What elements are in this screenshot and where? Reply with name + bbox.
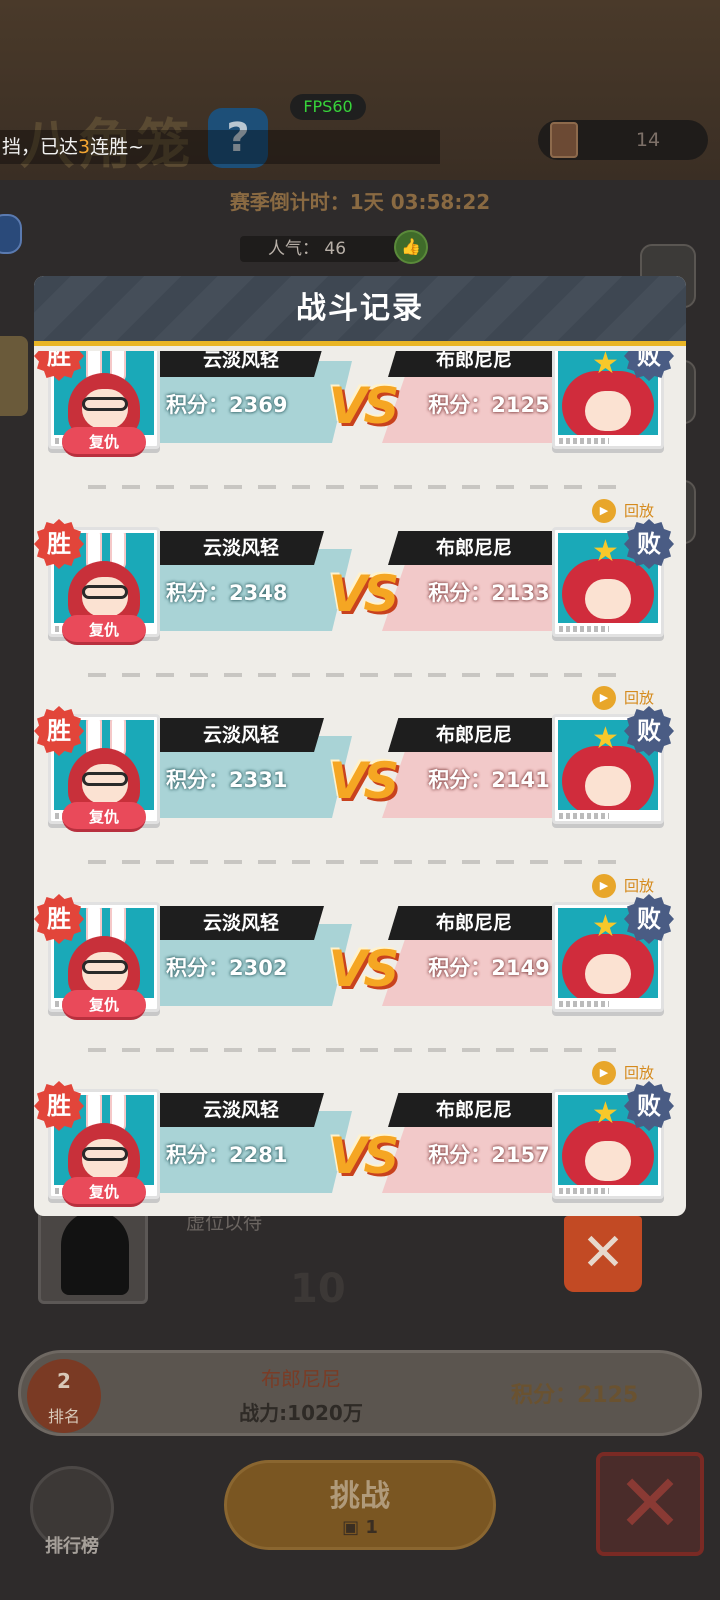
vs-emblem: VS	[328, 752, 400, 810]
player-name: 布郎尼尼	[261, 1367, 341, 1391]
revenge-button[interactable]: 复仇	[62, 427, 146, 457]
empty-slot-number: 10	[290, 1266, 346, 1312]
row-divider	[88, 1048, 628, 1052]
popularity-display: 人气： 46	[240, 236, 400, 262]
close-button[interactable]: ✕	[596, 1452, 704, 1556]
vs-emblem: VS	[328, 377, 400, 435]
left-player-name: 云淡风轻	[158, 351, 324, 377]
modal-title: 战斗记录	[296, 291, 424, 326]
left-player-score: 积分：2369	[166, 393, 288, 417]
season-countdown: 赛季倒计时：1天 03:58:22	[229, 190, 491, 214]
win-badge: 胜	[34, 351, 84, 381]
right-player-score: 积分：2133	[428, 581, 550, 605]
play-icon: ▶	[592, 1061, 616, 1085]
revenge-button[interactable]: 复仇	[62, 1177, 146, 1207]
silhouette-icon	[61, 1211, 129, 1295]
left-player-name: 云淡风轻	[158, 718, 324, 752]
right-player-score: 积分：2125	[428, 393, 550, 417]
revenge-button[interactable]: 复仇	[62, 802, 146, 832]
right-player-score: 积分：2149	[428, 956, 550, 980]
thumbs-up-icon: 👍	[401, 237, 421, 256]
battle-record-modal: 战斗记录 云淡风轻 布郎尼尼 积分：2369 积分：2125 VS ★ 胜败复仇 ▶ 回放 云淡风…	[34, 276, 686, 1216]
my-rank-bar: 2 排名 布郎尼尼 战力:1020万 积分：2125	[18, 1350, 702, 1436]
battle-record-row: ▶ 回放 云淡风轻 布郎尼尼 积分：2348 积分：2133 VS ★ 胜败复仇	[34, 497, 686, 687]
challenge-cost: ▣ 1	[342, 1517, 378, 1538]
player-score: 积分：2125	[511, 1383, 639, 1408]
right-player-name: 布郎尼尼	[388, 718, 560, 752]
close-x-icon: ✕	[581, 1223, 625, 1283]
star-icon: ★	[592, 351, 619, 381]
glasses-icon	[82, 585, 128, 599]
row-divider	[88, 860, 628, 864]
vs-emblem: VS	[328, 1127, 400, 1185]
player-power: 战力:1020万	[239, 1401, 363, 1425]
row-divider	[88, 673, 628, 677]
right-player-name: 布郎尼尼	[388, 906, 560, 940]
right-player-score: 积分：2141	[428, 768, 550, 792]
side-avatar[interactable]	[0, 214, 22, 254]
star-icon: ★	[592, 1096, 619, 1131]
left-player-name: 云淡风轻	[158, 906, 324, 940]
lose-badge: 败	[624, 706, 674, 756]
remove-button[interactable]: ✕	[564, 1216, 642, 1292]
rank-number: 2	[57, 1369, 71, 1393]
modal-header: 战斗记录	[34, 276, 686, 346]
play-icon: ▶	[592, 499, 616, 523]
left-player-score: 积分：2302	[166, 956, 288, 980]
fps-counter: FPS60	[290, 94, 366, 120]
battle-record-row: ▶ 回放 云淡风轻 布郎尼尼 积分：2331 积分：2141 VS ★ 胜败复仇	[34, 684, 686, 874]
battle-record-list[interactable]: 云淡风轻 布郎尼尼 积分：2369 积分：2125 VS ★ 胜败复仇 ▶ 回放 云淡风轻 布郎尼尼…	[34, 351, 686, 1216]
right-player-name: 布郎尼尼	[388, 531, 560, 565]
glasses-icon	[82, 772, 128, 786]
star-icon: ★	[592, 721, 619, 756]
rank-label: 排名	[47, 1407, 80, 1426]
like-button[interactable]: 👍	[394, 230, 428, 264]
left-player-score: 积分：2348	[166, 581, 288, 605]
rank-badge: 2 排名	[27, 1359, 101, 1433]
revenge-button[interactable]: 复仇	[62, 615, 146, 645]
left-player-name: 云淡风轻	[158, 531, 324, 565]
ticket-count: 14	[635, 129, 661, 151]
lose-badge: 败	[624, 519, 674, 569]
left-player-score: 积分：2281	[166, 1143, 288, 1167]
challenge-label: 挑战	[330, 1479, 390, 1514]
right-player-name: 布郎尼尼	[388, 351, 560, 377]
glasses-icon	[82, 1147, 128, 1161]
close-icon: ✕	[616, 1457, 684, 1550]
left-player-name: 云淡风轻	[158, 1093, 324, 1127]
right-player-score: 积分：2157	[428, 1143, 550, 1167]
battle-record-row: ▶ 回放 云淡风轻 布郎尼尼 积分：2281 积分：2157 VS ★ 胜败复仇	[34, 1059, 686, 1216]
leaderboard-label: 排行榜	[45, 1536, 99, 1557]
challenge-button[interactable]: 挑战 ▣ 1	[224, 1460, 496, 1550]
glasses-icon	[82, 397, 128, 411]
left-player-score: 积分：2331	[166, 768, 288, 792]
revenge-button[interactable]: 复仇	[62, 990, 146, 1020]
side-menu-icon[interactable]	[0, 336, 28, 416]
right-player-name: 布郎尼尼	[388, 1093, 560, 1127]
vs-emblem: VS	[328, 940, 400, 998]
glasses-icon	[82, 960, 128, 974]
lose-badge: 败	[624, 894, 674, 944]
row-divider	[88, 485, 628, 489]
win-badge: 胜	[34, 519, 84, 569]
play-icon: ▶	[592, 686, 616, 710]
ticket-icon	[550, 122, 578, 158]
win-badge: 胜	[34, 894, 84, 944]
lose-badge: 败	[624, 351, 674, 381]
battle-record-row: 云淡风轻 布郎尼尼积分：2369 积分：2125 VS ★ 胜 败复仇	[34, 351, 686, 499]
ticket-counter: 14	[538, 120, 708, 160]
lose-badge: 败	[624, 1081, 674, 1131]
star-icon: ★	[592, 534, 619, 569]
battle-record-row: ▶ 回放 云淡风轻 布郎尼尼 积分：2302 积分：2149 VS ★ 胜败复仇	[34, 872, 686, 1062]
win-badge: 胜	[34, 706, 84, 756]
announcement-marquee: 挡，已达3连胜~	[0, 130, 440, 164]
win-badge: 胜	[34, 1081, 84, 1131]
vs-emblem: VS	[328, 565, 400, 623]
star-icon: ★	[592, 909, 619, 944]
play-icon: ▶	[592, 874, 616, 898]
